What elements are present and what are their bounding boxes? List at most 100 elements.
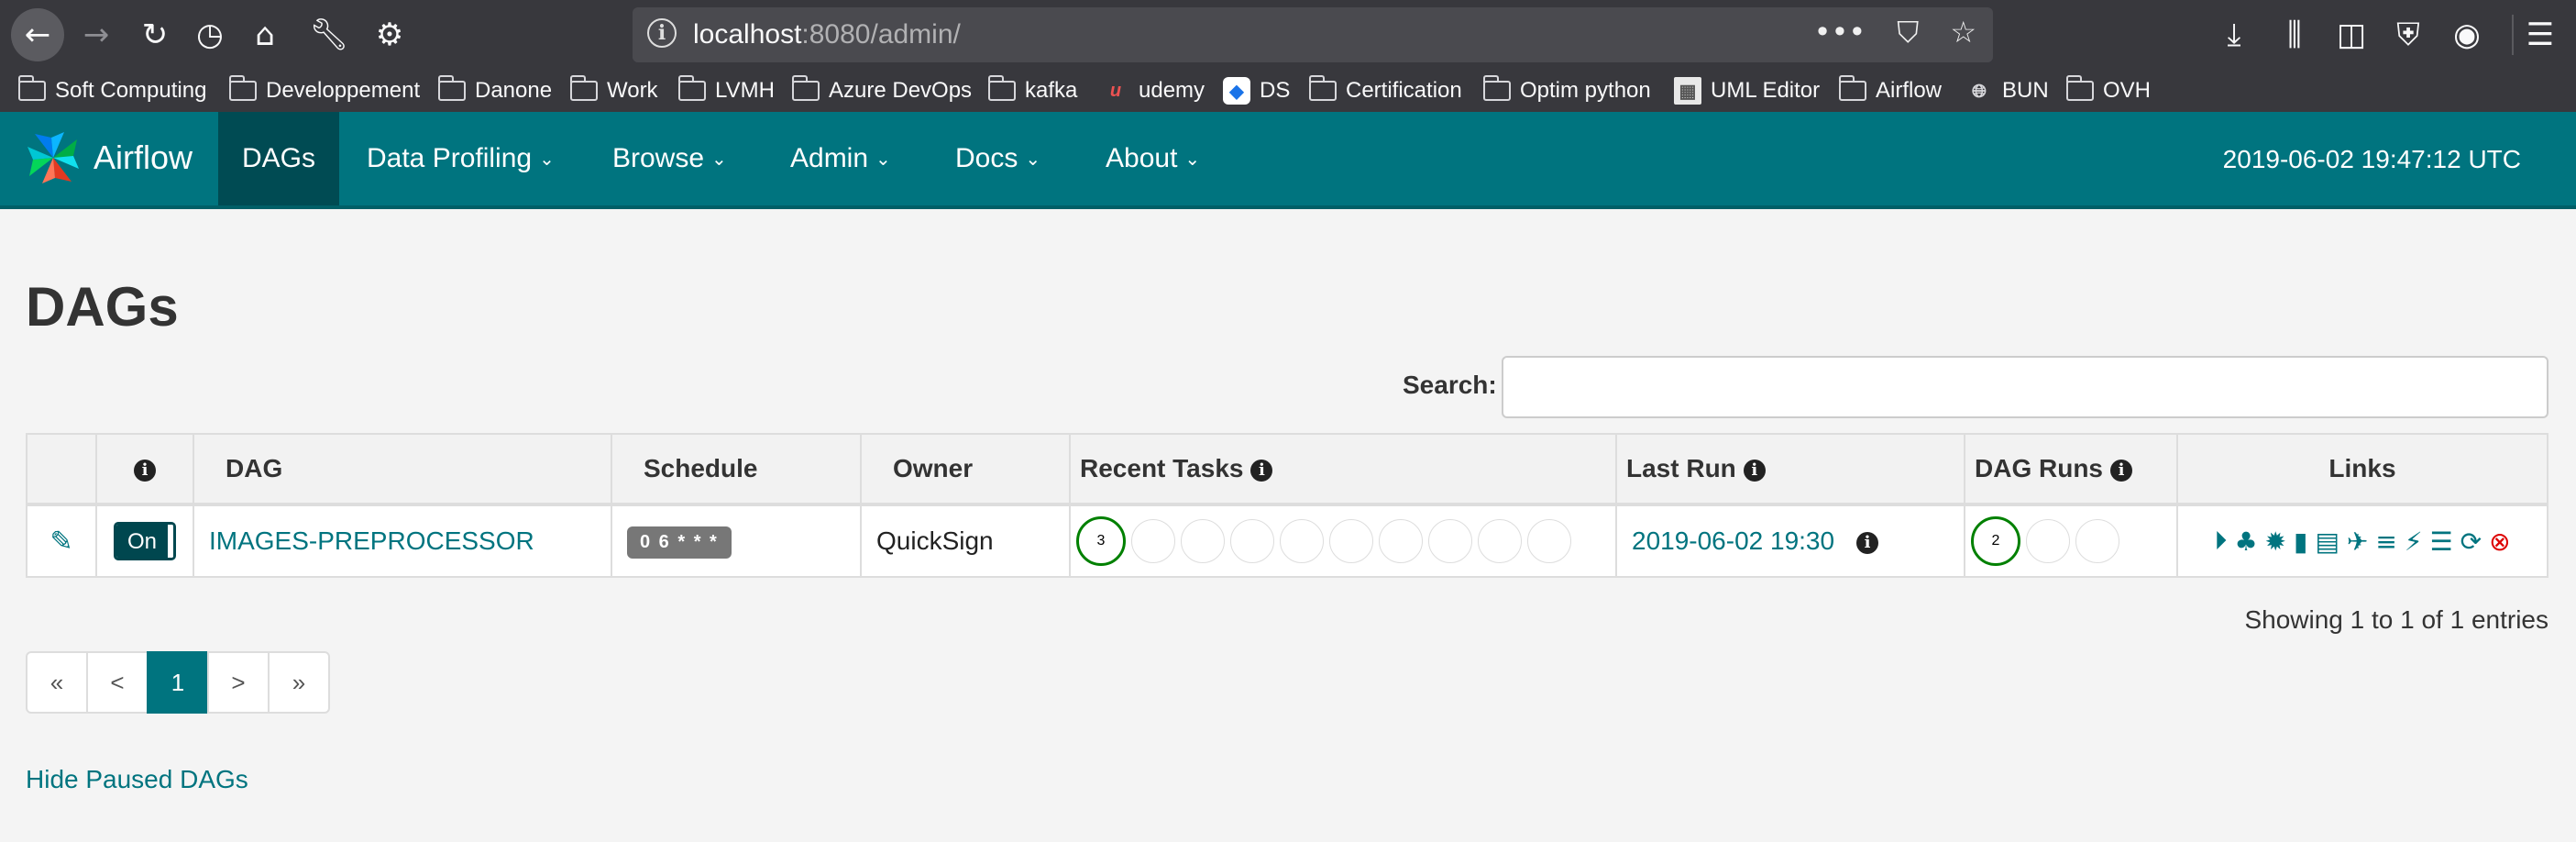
server-time: 2019-06-02 19:47:12 UTC [2222,145,2521,173]
bookmark-uml-editor[interactable]: ▦ UML Editor [1674,75,1820,106]
brand-label: Airflow [94,138,193,176]
url-text[interactable]: localhost:8080/admin/ [693,19,961,50]
sidebar-icon[interactable]: ◫ [2328,12,2374,58]
nav-data-profiling[interactable]: Data Profiling ⌄ [367,112,555,205]
download-icon[interactable]: ⤓ [2211,12,2257,58]
run-status-success[interactable]: 2 [1971,516,2020,566]
run-status-circle[interactable] [2026,519,2070,563]
header-schedule[interactable]: Schedule [611,433,862,505]
code-view-icon[interactable]: ⚡ [2405,526,2423,557]
task-duration-icon[interactable]: ▮ [2294,526,2307,557]
folder-icon [677,75,706,101]
pocket-icon[interactable]: ⛉ [1897,15,1919,50]
nav-dags[interactable]: DAGs [218,112,339,205]
bookmark-danone[interactable]: Danone [437,75,553,106]
bookmark-label: Danone [475,78,553,103]
airflow-brand[interactable]: Airflow [24,130,193,185]
back-button[interactable]: ← [11,8,64,61]
dag-cell: IMAGES-PREPROCESSOR [193,504,612,578]
bookmark-ds[interactable]: ◆ DS [1223,75,1290,106]
page-first-button[interactable]: « [26,651,88,714]
wrench-icon[interactable]: 🔧︎ [306,12,352,58]
bookmark-kafka[interactable]: kafka [987,75,1078,106]
info-icon[interactable]: i [1250,459,1273,482]
info-icon[interactable]: i [134,459,156,482]
page-next-button[interactable]: > [207,651,270,714]
task-status-circle[interactable] [1181,519,1225,563]
reload-icon[interactable]: ↻ [132,12,178,58]
dag-link[interactable]: IMAGES-PREPROCESSOR [209,526,534,555]
page-1-button[interactable]: 1 [147,651,209,714]
task-status-circle[interactable] [1230,519,1274,563]
site-info-icon[interactable]: i [647,18,677,48]
bookmark-ovh[interactable]: OVH [2065,75,2151,106]
menu-icon[interactable]: ☰ [2517,12,2563,58]
nav-docs[interactable]: Docs ⌄ [955,112,1040,205]
folder-icon [791,75,820,101]
url-bar[interactable]: i localhost:8080/admin/ ••• ⛉ ☆ [633,7,1993,62]
delete-dag-icon[interactable]: ⊗ [2489,526,2510,557]
task-status-circle[interactable] [1478,519,1522,563]
trigger-dag-icon[interactable]: ⏵ [2214,526,2227,557]
nav-label: DAGs [241,143,315,173]
gantt-icon[interactable]: ≡ [2375,526,2396,557]
bookmark-certification[interactable]: Certification [1308,75,1462,106]
task-status-success[interactable]: 3 [1076,516,1126,566]
dag-toggle[interactable]: On [114,522,176,560]
gear-icon[interactable]: ⚙ [367,12,413,58]
history-icon[interactable]: ◷ [187,12,233,58]
header-label: Owner [893,454,974,482]
bookmark-airflow[interactable]: Airflow [1838,75,1942,106]
logs-icon[interactable]: ☰ [2430,526,2453,557]
shield-icon[interactable]: ⛨ [2385,12,2431,58]
schedule-badge[interactable]: 0 6 * * * [627,526,732,559]
edit-icon[interactable]: ✎ [50,526,72,558]
bookmark-optim-python[interactable]: Optim python [1482,75,1651,106]
hide-paused-link[interactable]: Hide Paused DAGs [26,765,248,794]
landing-times-icon[interactable]: ✈ [2347,526,2368,557]
bookmark-udemy[interactable]: u udemy [1102,75,1205,106]
task-status-circle[interactable] [1527,519,1571,563]
task-status-circle[interactable] [1131,519,1175,563]
bookmark-soft-computing[interactable]: Soft Computing [17,75,206,106]
header-owner[interactable]: Owner [860,433,1071,505]
bookmark-label: kafka [1025,78,1078,103]
bookmark-work[interactable]: Work [569,75,658,106]
header-label: DAG [226,454,283,482]
task-status-circle[interactable] [1329,519,1373,563]
account-icon[interactable]: ◉ [2444,12,2490,58]
task-status-circle[interactable] [1280,519,1324,563]
header-label: Last Run [1626,454,1736,482]
bookmark-developpement[interactable]: Developpement [228,75,420,106]
refresh-icon[interactable]: ⟳ [2460,526,2482,557]
info-icon[interactable]: i [2110,459,2132,482]
search-input[interactable] [1502,356,2548,418]
task-status-circle[interactable] [1428,519,1472,563]
header-last-run: Last Run i [1615,433,1965,505]
run-status-circle[interactable] [2075,519,2119,563]
page-actions-icon[interactable]: ••• [1814,15,1866,50]
bookmark-azure-devops[interactable]: Azure DevOps [791,75,972,106]
nav-about[interactable]: About ⌄ [1106,112,1200,205]
task-tries-icon[interactable]: ▤ [2315,526,2339,557]
page-prev-button[interactable]: < [86,651,149,714]
home-icon[interactable]: ⌂ [242,12,288,58]
bookmark-label: Certification [1346,78,1462,103]
task-status-circle[interactable] [1379,519,1423,563]
page-last-button[interactable]: » [268,651,330,714]
header-dag[interactable]: DAG [193,433,612,505]
nav-browse[interactable]: Browse ⌄ [612,112,727,205]
url-host: localhost [693,19,802,50]
graph-view-icon[interactable]: ✹ [2265,526,2286,557]
nav-admin[interactable]: Admin ⌄ [790,112,891,205]
forward-button[interactable]: → [73,12,119,58]
globe-icon: 🌐︎ [1972,80,1987,102]
info-icon[interactable]: i [1856,531,1879,554]
last-run-link[interactable]: 2019-06-02 19:30 [1632,526,1834,555]
star-icon[interactable]: ☆ [1950,15,1976,50]
bookmark-lvmh[interactable]: LVMH [677,75,775,106]
bookmark-bun[interactable]: 🌐︎ BUN [1965,75,2049,106]
library-icon[interactable]: ⫼ [2272,12,2317,58]
info-icon[interactable]: i [1743,459,1766,482]
tree-view-icon[interactable]: ♣ [2234,526,2257,557]
